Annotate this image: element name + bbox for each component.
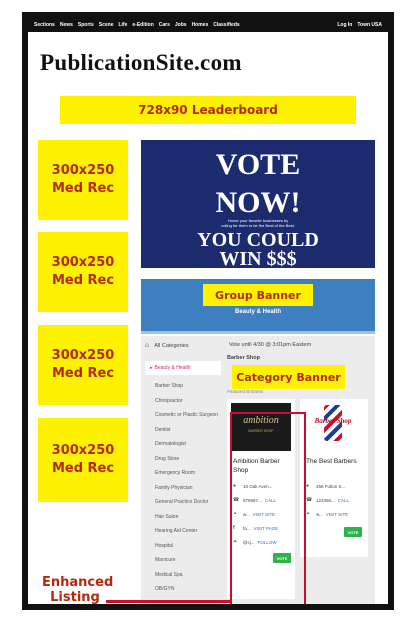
annotation-line-2: Listing [50, 590, 100, 605]
call-link[interactable]: CALL [338, 498, 349, 503]
medrec-label: Med Rec [51, 273, 115, 288]
business-logo: Barber Shop [310, 403, 356, 447]
group-banner-label: Group Banner [203, 284, 313, 306]
sidebar-item-barber-shop[interactable]: Barber Shop [145, 383, 221, 390]
home-icon: ⌂ [145, 342, 150, 349]
nav-homes[interactable]: Homes [192, 22, 209, 28]
nav-sports[interactable]: Sports [78, 22, 94, 28]
sidebar-group-beauty-health[interactable]: ▸ Beauty & Health [145, 361, 221, 375]
nav-jobs[interactable]: Jobs [175, 22, 187, 28]
sidebar-item-chiropractor[interactable]: Chiropractor [145, 398, 221, 405]
group-banner-subtitle: Beauty & Health [234, 309, 281, 315]
sidebar-item-hair-salon[interactable]: Hair Salon [145, 514, 221, 521]
annotation-line-1: Enhanced [42, 575, 114, 590]
enhanced-listing-highlight [230, 412, 306, 604]
phone-text: 123456... [316, 497, 335, 503]
win-line-2: WIN $$$ [219, 248, 297, 270]
vote-headline-2: NOW! [215, 186, 301, 219]
nav-scene[interactable]: Scene [99, 22, 114, 28]
sidebar-item-general-practice[interactable]: General Practice Doctor [145, 499, 221, 506]
top-nav-bar: Sections News Sports Scene Life e-Edition Cars… [28, 18, 388, 32]
nav-eedition[interactable]: e-Edition [132, 22, 153, 28]
nav-sections[interactable]: Sections [34, 22, 55, 28]
sidebar-item-manicure[interactable]: Manicure [145, 557, 221, 564]
leaderboard-ad[interactable]: 728x90 Leaderboard [60, 96, 356, 124]
medrec-size: 300x250 [51, 443, 115, 459]
sidebar-item-ob-gyn[interactable]: OB/GYN [145, 586, 221, 593]
enhanced-listing-label: Enhanced Listing [42, 575, 114, 605]
business-name[interactable]: The Best Barbers [306, 457, 366, 466]
category-banner[interactable]: Category Banner [232, 365, 345, 389]
medrec-size: 300x250 [51, 255, 115, 271]
nav-classifieds[interactable]: Classifieds [213, 22, 239, 28]
medrec-ad-4[interactable]: 300x250 Med Rec [38, 418, 128, 502]
sidebar-group-label: Beauty & Health [154, 365, 191, 371]
vote-button[interactable]: VOTE [344, 527, 362, 537]
category-title: Barber Shop [227, 355, 261, 361]
nav-life[interactable]: Life [118, 22, 127, 28]
vote-now-ad[interactable]: VOTE NOW! Honor your favorite businesses… [141, 140, 375, 278]
chevron-right-icon: ▸ [150, 365, 153, 371]
nav-account: Log In Town USA [332, 22, 382, 28]
nav-links: Sections News Sports Scene Life e-Edition Cars… [34, 22, 245, 28]
annotation-pointer-line [106, 600, 232, 603]
sidebar-item-drug-store[interactable]: Drug Store [145, 456, 221, 463]
vote-headline: VOTE [215, 148, 301, 181]
sidebar-item-hospital[interactable]: Hospital [145, 543, 221, 550]
medrec-label: Med Rec [51, 461, 115, 476]
vote-deadline: Vote until 4/30 @ 3:01pm Eastern [229, 342, 312, 348]
sidebar-item-family-physician[interactable]: Family Physician [145, 485, 221, 492]
phone-row: ☎ 123456... CALL [306, 497, 349, 503]
category-content: Barber Shop Category Banner Featured Ent… [227, 355, 372, 599]
group-banner[interactable]: Group Banner Beauty & Health [141, 279, 375, 331]
group-banner-divider [141, 331, 375, 334]
medrec-ad-1[interactable]: 300x250 Med Rec [38, 140, 128, 220]
medrec-ad-3[interactable]: 300x250 Med Rec [38, 325, 128, 405]
website-text: w... [316, 511, 323, 517]
vote-subtext-2: voting for them to be the Best of the Be… [221, 223, 295, 228]
sidebar-item-dermatologist[interactable]: Dermatologist [145, 441, 221, 448]
phone-icon: ☎ [306, 497, 313, 503]
medrec-size: 300x250 [51, 348, 115, 364]
nav-news[interactable]: News [60, 22, 73, 28]
all-categories-label: All Categories [154, 342, 189, 349]
sidebar-item-hearing-aid[interactable]: Hearing Aid Center [145, 528, 221, 535]
website-row: ⚭ w... VISIT SITE [306, 511, 348, 517]
medrec-size: 300x250 [51, 163, 115, 179]
featured-entrants-label: Featured Entrants [227, 389, 264, 394]
all-categories-link[interactable]: ⌂ All Categories [145, 342, 188, 349]
login-link[interactable]: Log In [337, 22, 352, 28]
sidebar-item-medical-spa[interactable]: Medical Spa [145, 572, 221, 579]
medrec-ad-2[interactable]: 300x250 Med Rec [38, 232, 128, 312]
link-icon: ⚭ [306, 511, 311, 517]
nav-cars[interactable]: Cars [159, 22, 170, 28]
address-text: 456 Fulton S... [316, 483, 346, 489]
town-link[interactable]: Town USA [357, 22, 382, 28]
site-title[interactable]: PublicationSite.com [40, 50, 242, 76]
medrec-label: Med Rec [51, 181, 115, 196]
publication-mockup: Sections News Sports Scene Life e-Edition Cars… [22, 12, 394, 610]
address-row: ● 456 Fulton S... [306, 483, 345, 489]
map-pin-icon: ● [306, 483, 310, 489]
sidebar-item-dentist[interactable]: Dentist [145, 427, 221, 434]
category-sidebar: ▸ Beauty & Health Barber Shop Chiropract… [145, 361, 221, 593]
visit-site-link[interactable]: VISIT SITE [326, 512, 348, 517]
listing-card-standard[interactable]: Barber Shop The Best Barbers ● 456 Fulto… [300, 399, 368, 557]
logo-wordmark: Barber Shop [314, 417, 352, 425]
sidebar-item-cosmetic-surgeon[interactable]: Cosmetic or Plastic Surgeon [145, 412, 221, 419]
sidebar-item-emergency-room[interactable]: Emergency Room [145, 470, 221, 477]
vote-subtext-3: Vote for 25 or more businesses to be eli… [212, 273, 304, 278]
medrec-label: Med Rec [51, 366, 115, 381]
